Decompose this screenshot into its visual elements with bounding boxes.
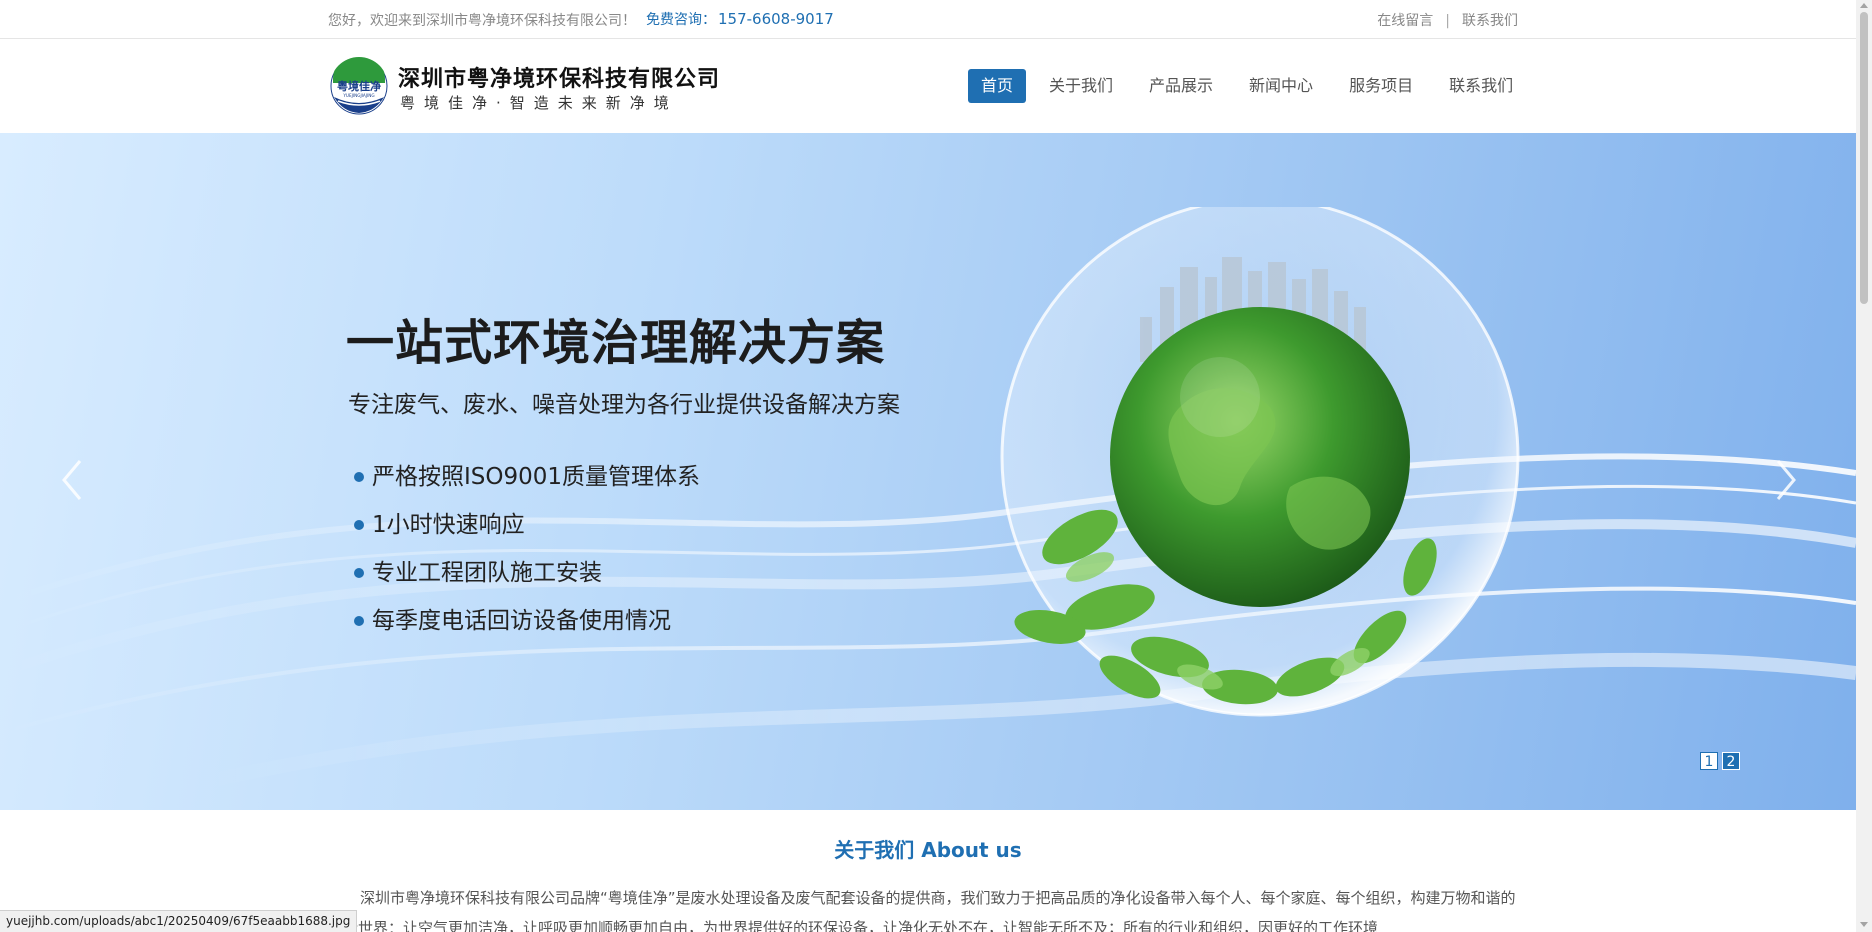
hotline-number[interactable]: 157-6608-9017 [718, 10, 834, 28]
banner-pager: 1 2 [1700, 752, 1740, 770]
nav-item-products[interactable]: 产品展示 [1136, 69, 1226, 103]
banner-bullet-item: 每季度电话回访设备使用情况 [352, 607, 700, 655]
hotline: 免费咨询： 157-6608-9017 [646, 9, 834, 29]
nav-item-services[interactable]: 服务项目 [1336, 69, 1426, 103]
hotline-label: 免费咨询： [646, 12, 716, 28]
page-scrollbar[interactable] [1856, 0, 1872, 932]
nav-item-about[interactable]: 关于我们 [1036, 69, 1126, 103]
scrollbar-thumb[interactable] [1860, 12, 1868, 304]
banner-prev-arrow-icon[interactable] [58, 455, 88, 505]
bullet-dot-icon [354, 568, 364, 578]
top-bar: 您好，欢迎来到深圳市粤净境环保科技有限公司！ 免费咨询： 157-6608-901… [0, 0, 1856, 39]
hero-banner[interactable]: 一站式环境治理解决方案 专注废气、废水、噪音处理为各行业提供设备解决方案 严格按… [0, 133, 1856, 810]
top-links: 在线留言 | 联系我们 [1377, 10, 1518, 30]
site-header: 粤境佳净 YUEJINGJIAJING 深圳市粤净境环保科技有限公司 粤境佳净·… [0, 39, 1856, 133]
green-globe-image [1000, 207, 1520, 717]
banner-bullet-item: 专业工程团队施工安装 [352, 559, 700, 607]
web-page: 您好，欢迎来到深圳市粤净境环保科技有限公司！ 免费咨询： 157-6608-901… [0, 0, 1856, 932]
banner-subline: 专注废气、废水、噪音处理为各行业提供设备解决方案 [348, 392, 900, 418]
about-section-text: 深圳市粤净境环保科技有限公司品牌“粤境佳净”是废水处理设备及废气配套设备的提供商… [328, 889, 1516, 932]
banner-headline: 一站式环境治理解决方案 [346, 315, 886, 371]
company-slogan: 粤境佳净·智造未来新净境 [400, 94, 678, 112]
bullet-dot-icon [354, 616, 364, 626]
company-logo[interactable]: 粤境佳净 YUEJINGJIAJING [330, 57, 388, 115]
banner-page-2[interactable]: 2 [1722, 752, 1740, 770]
logo-cn-text: 粤境佳净 [337, 79, 381, 93]
bullet-dot-icon [354, 520, 364, 530]
logo-icon: 粤境佳净 YUEJINGJIAJING [330, 57, 388, 115]
bullet-dot-icon [354, 472, 364, 482]
company-name: 深圳市粤净境环保科技有限公司 [398, 67, 721, 92]
welcome-text: 您好，欢迎来到深圳市粤净境环保科技有限公司！ [328, 13, 636, 29]
about-section-title: 关于我们 About us [834, 838, 1022, 862]
browser-status-bar: yuejjhb.com/uploads/abc1/20250409/67f5ea… [0, 910, 358, 932]
scroll-down-arrow-icon[interactable] [1860, 922, 1868, 927]
top-link-message[interactable]: 在线留言 [1377, 13, 1433, 29]
nav-item-news[interactable]: 新闻中心 [1236, 69, 1326, 103]
nav-item-home[interactable]: 首页 [968, 69, 1027, 103]
main-nav: 首页 关于我们 产品展示 新闻中心 服务项目 联系我们 [968, 69, 1536, 103]
banner-bullet-item: 严格按照ISO9001质量管理体系 [352, 463, 700, 511]
logo-en-text: YUEJINGJIAJING [342, 93, 374, 98]
banner-bullet-list: 严格按照ISO9001质量管理体系 1小时快速响应 专业工程团队施工安装 每季度… [352, 463, 700, 655]
scroll-up-arrow-icon[interactable] [1860, 3, 1868, 8]
banner-wave-graphic [0, 453, 1856, 790]
banner-bullet-item: 1小时快速响应 [352, 511, 700, 559]
top-link-contact[interactable]: 联系我们 [1462, 13, 1518, 29]
top-link-separator: | [1445, 13, 1450, 29]
banner-page-1[interactable]: 1 [1700, 752, 1718, 770]
nav-item-contact[interactable]: 联系我们 [1436, 69, 1526, 103]
banner-next-arrow-icon[interactable] [1770, 455, 1800, 505]
